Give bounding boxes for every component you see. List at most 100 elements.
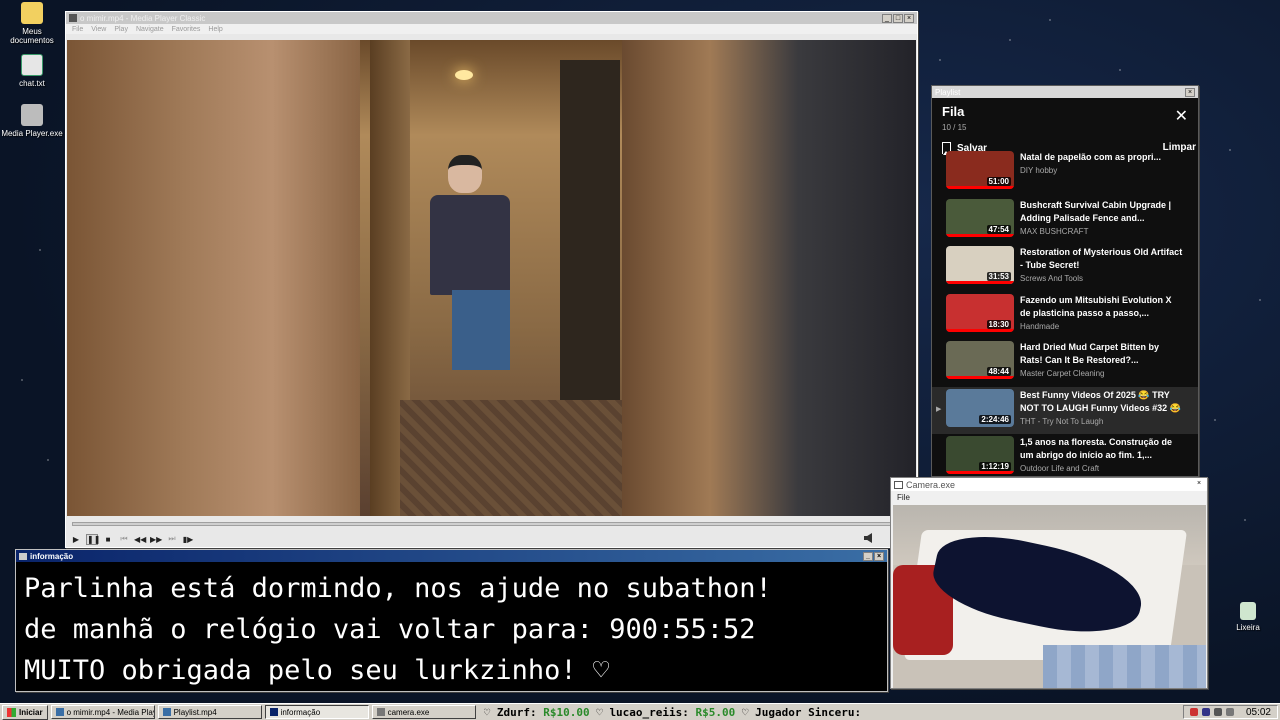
recycle-bin-icon: [1240, 602, 1256, 620]
channel-name: MAX BUSHCRAFT: [1020, 226, 1089, 236]
menu-play[interactable]: Play: [114, 26, 128, 33]
speaker-icon[interactable]: [864, 533, 872, 543]
menu-view[interactable]: View: [91, 26, 106, 33]
donor-name: lucao_reiis:: [609, 705, 689, 719]
video-thumbnail[interactable]: 18:30: [946, 293, 1014, 332]
forward-button[interactable]: ▶▶: [150, 535, 162, 544]
video-thumbnail[interactable]: 47:54: [946, 198, 1014, 237]
close-button[interactable]: ×: [1194, 480, 1204, 489]
playlist-window[interactable]: Playlist × Fila 10 / 15 ✕ Salvar Limpar …: [931, 85, 1199, 477]
taskbar-item-informacao[interactable]: informação: [264, 705, 369, 719]
video-title: Hard Dried Mud Carpet Bitten by Rats! Ca…: [1020, 342, 1160, 365]
close-button[interactable]: ×: [904, 13, 914, 23]
media-player-titlebar[interactable]: o mimir.mp4 - Media Player Classic _ □ ×: [66, 12, 917, 24]
video-title: Best Funny Videos Of 2025 😂 TRY NOT TO L…: [1020, 389, 1181, 413]
taskbar-item-label: Playlist.mp4: [173, 707, 217, 717]
video-thumbnail[interactable]: 1:12:19: [946, 436, 1014, 474]
media-player-icon: [55, 708, 64, 716]
tray-volume-icon[interactable]: [1225, 708, 1234, 716]
watch-progress-bar: [946, 233, 1014, 237]
next-button[interactable]: ⏭: [166, 534, 178, 544]
taskbar-item-label: o mimir.mp4 - Media Playe...: [66, 707, 154, 717]
play-button[interactable]: ▶: [70, 535, 82, 544]
start-button[interactable]: Iniciar: [2, 704, 48, 720]
now-playing-icon: ▶: [936, 405, 942, 413]
frame-step-button[interactable]: ▮▶: [182, 535, 194, 544]
taskbar-item-playlist[interactable]: Playlist.mp4: [157, 705, 262, 719]
camera-window[interactable]: Camera.exe × File: [890, 477, 1208, 689]
playlist-item[interactable]: 47:54 Bushcraft Survival Cabin Upgrade | …: [932, 197, 1198, 245]
video-figure-legs: [452, 290, 510, 370]
menu-navigate[interactable]: Navigate: [136, 26, 164, 33]
donation-amount: R$5.00: [695, 705, 736, 719]
taskbar-item-camera[interactable]: camera.exe: [371, 705, 476, 719]
channel-name: Outdoor Life and Craft: [1020, 464, 1100, 473]
donor-name: Jugador Sinceru:: [755, 705, 862, 719]
video-frame[interactable]: [67, 40, 916, 516]
info-window[interactable]: informação _ × Parlinha está dormindo, n…: [15, 549, 888, 692]
video-duration: 18:30: [986, 319, 1011, 329]
camera-icon: [376, 708, 385, 716]
video-thumbnail[interactable]: 48:44: [946, 341, 1014, 379]
playlist-item[interactable]: 48:44 Hard Dried Mud Carpet Bitten by Rat…: [932, 339, 1198, 387]
tray-network-icon[interactable]: [1213, 708, 1222, 716]
pause-button[interactable]: ❚❚: [86, 533, 100, 545]
playback-controls: ▶ ❚❚ ■ ⏮ ◀◀ ▶▶ ⏭ ▮▶: [70, 532, 194, 546]
previous-button[interactable]: ⏮: [118, 534, 130, 544]
camera-floor: [1043, 645, 1206, 688]
media-player-icon: [21, 104, 43, 126]
seek-bar[interactable]: [72, 522, 912, 526]
playlist-item[interactable]: 18:30 Fazendo um Mitsubishi Evolution X d…: [932, 292, 1198, 340]
media-player-window[interactable]: o mimir.mp4 - Media Player Classic _ □ ×…: [65, 11, 918, 548]
watch-progress-bar: [946, 471, 1014, 474]
window-title: o mimir.mp4 - Media Player Classic: [80, 13, 206, 23]
channel-name: Screws And Tools: [1020, 274, 1083, 283]
playlist-item[interactable]: 51:00 Natal de papelão com as propri... DI…: [932, 149, 1198, 197]
video-thumbnail[interactable]: 2:24:46: [946, 388, 1014, 427]
console-icon: [269, 708, 278, 716]
desktop-icon-label: Lixeira: [1236, 623, 1260, 632]
close-button[interactable]: ×: [874, 551, 884, 561]
info-line: Parlinha está dormindo, nos ajude no sub…: [24, 573, 772, 604]
tray-app-icon[interactable]: [1201, 708, 1210, 716]
info-line: MUITO obrigada pelo seu lurkzinho! ♡: [24, 655, 610, 686]
stop-button[interactable]: ■: [102, 535, 114, 544]
window-title: Camera.exe: [906, 479, 956, 490]
video-duration: 51:00: [986, 177, 1011, 186]
info-titlebar[interactable]: informação _ ×: [16, 550, 887, 562]
folder-icon: [21, 2, 43, 24]
window-title: Playlist: [935, 87, 961, 97]
camera-titlebar[interactable]: Camera.exe ×: [891, 478, 1207, 491]
close-button[interactable]: ×: [1185, 87, 1195, 97]
video-figure-head: [448, 155, 482, 193]
desktop-icon-documents[interactable]: Meus documentos: [0, 2, 64, 45]
playlist-item[interactable]: 1:12:19 1,5 anos na floresta. Construção …: [932, 434, 1198, 482]
video-title: Fazendo um Mitsubishi Evolution X de pla…: [1020, 294, 1172, 318]
playlist-item[interactable]: ▶ 2:24:46 Best Funny Videos Of 2025 😂 TRY …: [932, 386, 1198, 434]
playlist-item[interactable]: 31:53 Restoration of Mysterious Old Artif…: [932, 244, 1198, 292]
minimize-button[interactable]: _: [863, 551, 873, 561]
maximize-button[interactable]: □: [893, 13, 903, 23]
video-thumbnail[interactable]: 31:53: [946, 246, 1014, 284]
desktop-icon-recycle-bin[interactable]: Lixeira: [1216, 602, 1280, 632]
video-thumbnail[interactable]: 51:00: [946, 151, 1014, 189]
camera-feed: [893, 505, 1206, 688]
menu-file[interactable]: File: [897, 493, 910, 502]
close-icon[interactable]: ✕: [1175, 106, 1188, 126]
desktop-icon-media-player[interactable]: Media Player.exe: [0, 104, 64, 138]
menu-favorites[interactable]: Favorites: [172, 26, 201, 33]
tray-app-icon[interactable]: [1189, 708, 1198, 716]
minimize-button[interactable]: _: [882, 13, 892, 23]
rewind-button[interactable]: ◀◀: [134, 535, 146, 544]
playlist-titlebar[interactable]: Playlist ×: [932, 86, 1198, 98]
watch-progress-bar: [946, 376, 1014, 379]
video-duration: 47:54: [986, 224, 1011, 234]
menu-help[interactable]: Help: [208, 26, 222, 33]
window-title: informação: [30, 551, 74, 561]
desktop-icon-chat[interactable]: chat.txt: [0, 54, 64, 88]
watch-progress-bar: [946, 328, 1014, 332]
channel-name: THT - Try Not To Laugh: [1020, 416, 1104, 426]
menu-file[interactable]: File: [72, 26, 83, 33]
channel-name: DIY hobby: [1020, 166, 1058, 175]
taskbar-item-media-player[interactable]: o mimir.mp4 - Media Playe...: [50, 705, 155, 719]
